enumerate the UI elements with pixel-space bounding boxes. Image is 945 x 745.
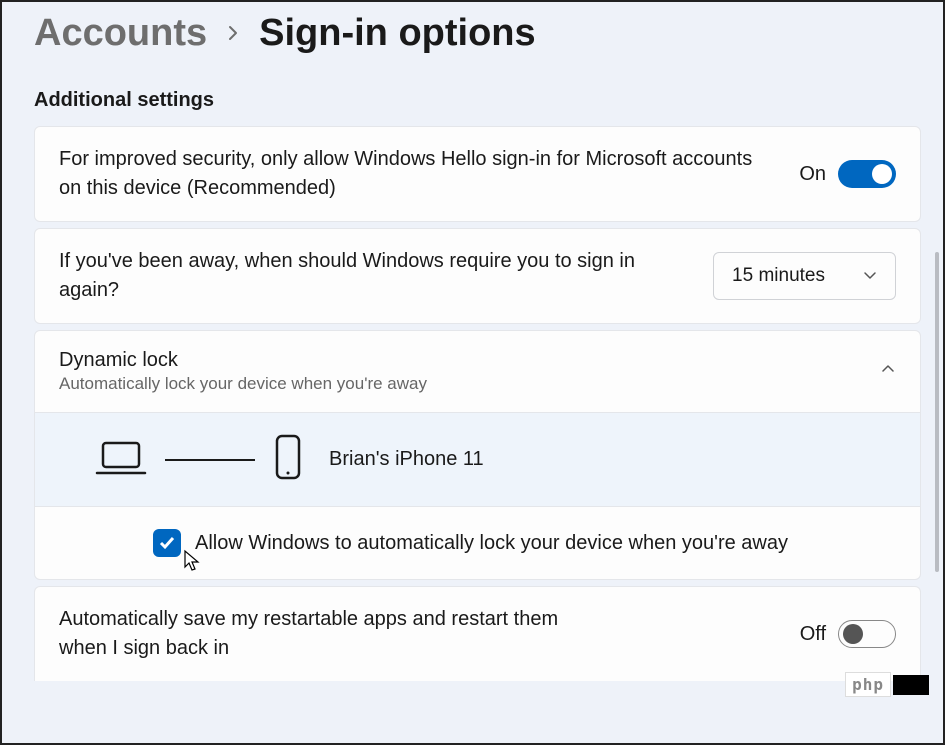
scrollbar[interactable] bbox=[935, 252, 939, 692]
hello-signin-state-label: On bbox=[799, 163, 826, 186]
dynamic-lock-checkbox-row: Allow Windows to automatically lock your… bbox=[35, 507, 920, 579]
breadcrumb-parent[interactable]: Accounts bbox=[34, 12, 207, 55]
dynamic-lock-title: Dynamic lock bbox=[59, 349, 427, 372]
laptop-icon bbox=[95, 437, 147, 482]
restartable-apps-state-label: Off bbox=[800, 623, 826, 646]
restartable-apps-setting: Automatically save my restartable apps a… bbox=[34, 586, 921, 681]
hello-signin-text: For improved security, only allow Window… bbox=[59, 145, 775, 203]
dynamic-lock-device-row: Brian's iPhone 11 bbox=[35, 412, 920, 507]
watermark-bar bbox=[893, 675, 929, 695]
dynamic-lock-checkbox[interactable] bbox=[153, 529, 181, 557]
section-heading: Additional settings bbox=[34, 89, 921, 112]
connection-line-icon bbox=[165, 459, 255, 461]
dynamic-lock-checkbox-label: Allow Windows to automatically lock your… bbox=[195, 532, 788, 555]
chevron-right-icon bbox=[225, 21, 241, 47]
watermark-text: php bbox=[845, 672, 891, 697]
dynamic-lock-subtitle: Automatically lock your device when you'… bbox=[59, 374, 427, 394]
require-signin-setting: If you've been away, when should Windows… bbox=[34, 228, 921, 324]
hello-signin-setting: For improved security, only allow Window… bbox=[34, 126, 921, 222]
phone-icon bbox=[273, 433, 303, 486]
breadcrumb: Accounts Sign-in options bbox=[34, 12, 921, 55]
require-signin-text: If you've been away, when should Windows… bbox=[59, 247, 689, 305]
require-signin-dropdown[interactable]: 15 minutes bbox=[713, 252, 896, 300]
restartable-apps-toggle[interactable] bbox=[838, 620, 896, 648]
hello-signin-toggle[interactable] bbox=[838, 160, 896, 188]
paired-device-name: Brian's iPhone 11 bbox=[329, 448, 484, 471]
require-signin-selected: 15 minutes bbox=[732, 265, 825, 287]
scrollbar-thumb[interactable] bbox=[935, 252, 939, 572]
dynamic-lock-header[interactable]: Dynamic lock Automatically lock your dev… bbox=[35, 331, 920, 412]
watermark: php bbox=[845, 672, 929, 697]
dynamic-lock-setting: Dynamic lock Automatically lock your dev… bbox=[34, 330, 921, 580]
restartable-apps-text: Automatically save my restartable apps a… bbox=[59, 605, 599, 663]
chevron-up-icon bbox=[880, 361, 896, 382]
chevron-down-icon bbox=[863, 268, 877, 285]
page-title: Sign-in options bbox=[259, 12, 536, 55]
